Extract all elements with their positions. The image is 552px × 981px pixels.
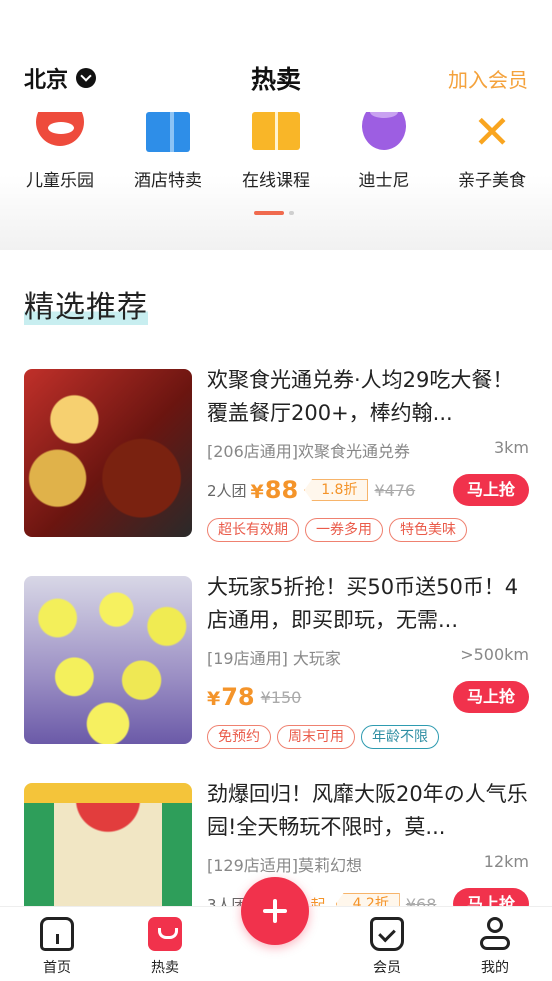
deal-tag: 特色美味 — [389, 518, 467, 542]
category-hotel-sale[interactable]: 酒店特卖 — [118, 112, 218, 192]
deal-title[interactable]: 大玩家5折抢！买50币送50币！4店通用，即买即玩，无需... — [207, 571, 529, 637]
category-label: 儿童乐园 — [26, 171, 94, 191]
deal-tag: 免预约 — [207, 725, 271, 749]
indicator-dot — [289, 211, 294, 215]
buy-now-button[interactable]: 马上抢 — [453, 681, 529, 713]
tab-hot[interactable]: 热卖 — [125, 917, 205, 977]
deal-subtitle: [206店通用]欢聚食光通兑券 — [207, 442, 411, 461]
price-value: 88 — [264, 476, 299, 504]
member-icon — [370, 917, 404, 951]
disney-icon — [356, 112, 412, 154]
deal-tag: 周末可用 — [277, 725, 355, 749]
tab-member[interactable]: 会员 — [347, 917, 427, 977]
home-icon — [40, 917, 74, 951]
section-title: 精选推荐 — [24, 282, 148, 326]
indicator-active — [254, 211, 284, 215]
deal-subtitle: [19店通用] 大玩家 — [207, 649, 341, 668]
discount-badge: 1.8折 — [304, 479, 369, 501]
category-label: 亲子美食 — [458, 171, 526, 191]
tab-mine[interactable]: 我的 — [455, 917, 535, 977]
category-label: 在线课程 — [242, 171, 310, 191]
buy-now-button[interactable]: 马上抢 — [453, 474, 529, 506]
hotel-icon — [140, 112, 196, 154]
deal-info: 大玩家5折抢！买50币送50币！4店通用，即买即玩，无需... [19店通用] … — [207, 571, 529, 749]
deal-meta: [19店通用] 大玩家 >500km — [207, 645, 529, 669]
deal-card[interactable]: 大玩家5折抢！买50币送50币！4店通用，即买即玩，无需... [19店通用] … — [0, 567, 552, 774]
price-row: ¥78 ¥150 马上抢 — [207, 677, 529, 717]
book-icon — [248, 112, 304, 154]
category-disney[interactable]: 迪士尼 — [334, 112, 434, 192]
original-price: ¥150 — [260, 687, 302, 707]
chevron-down-icon — [76, 68, 97, 88]
price-value: 78 — [221, 683, 255, 711]
rocking-horse-icon — [32, 112, 88, 154]
deal-price: ¥88 — [251, 476, 299, 504]
food-icon: ✕ — [472, 112, 512, 154]
deal-image[interactable] — [24, 369, 192, 537]
deal-tag: 年龄不限 — [361, 725, 439, 749]
deal-tag: 超长有效期 — [207, 518, 299, 542]
category-label: 酒店特卖 — [134, 171, 202, 191]
deal-price: ¥78 — [207, 683, 255, 711]
category-kids-park[interactable]: 儿童乐园 — [10, 112, 110, 192]
deal-tags: 免预约 周末可用 年龄不限 — [207, 725, 529, 749]
deal-meta: [206店通用]欢聚食光通兑券 3km — [207, 438, 529, 462]
category-row: 儿童乐园 酒店特卖 在线课程 迪士尼 ✕ 亲子美食 — [0, 112, 552, 192]
add-button[interactable] — [241, 877, 309, 945]
deal-distance: 3km — [493, 438, 529, 457]
city-label: 北京 — [24, 68, 69, 93]
currency-symbol: ¥ — [250, 481, 264, 503]
tab-label: 热卖 — [151, 960, 179, 976]
shopping-bag-icon — [148, 917, 182, 951]
user-icon — [478, 917, 512, 951]
category-label: 迪士尼 — [358, 171, 410, 191]
city-selector[interactable]: 北京 — [24, 62, 97, 94]
original-price: ¥476 — [374, 480, 416, 500]
section-title-text: 精选推荐 — [24, 290, 148, 325]
deal-tags: 超长有效期 一券多用 特色美味 — [207, 518, 529, 542]
deal-distance: 12km — [483, 852, 529, 871]
deal-info: 欢聚食光通兑券·人均29吃大餐！覆盖餐厅200+，棒约翰... [206店通用]… — [207, 364, 529, 542]
tab-label: 我的 — [481, 960, 509, 976]
currency-symbol: ¥ — [207, 688, 221, 710]
group-label: 2人团 — [207, 481, 247, 500]
join-member-link[interactable]: 加入会员 — [448, 64, 528, 93]
deal-title[interactable]: 欢聚食光通兑券·人均29吃大餐！覆盖餐厅200+，棒约翰... — [207, 364, 529, 430]
deal-image[interactable] — [24, 576, 192, 744]
category-family-food[interactable]: ✕ 亲子美食 — [442, 112, 542, 192]
deal-tag: 一券多用 — [305, 518, 383, 542]
category-online-course[interactable]: 在线课程 — [226, 112, 326, 192]
tab-home[interactable]: 首页 — [17, 917, 97, 977]
tab-label: 会员 — [373, 960, 401, 976]
deal-distance: >500km — [460, 645, 529, 664]
tab-label: 首页 — [43, 960, 71, 976]
price-row: 2人团 ¥88 1.8折 ¥476 马上抢 — [207, 470, 529, 510]
deal-meta: [129店适用]莫莉幻想 12km — [207, 852, 529, 876]
deal-card[interactable]: 欢聚食光通兑券·人均29吃大餐！覆盖餐厅200+，棒约翰... [206店通用]… — [0, 360, 552, 567]
page-indicator — [254, 211, 294, 215]
deal-subtitle: [129店适用]莫莉幻想 — [207, 856, 363, 875]
header: 北京 热卖 加入会员 — [0, 52, 552, 102]
deal-title[interactable]: 劲爆回归！风靡大阪20年の人气乐园!全天畅玩不限时，莫... — [207, 778, 529, 844]
